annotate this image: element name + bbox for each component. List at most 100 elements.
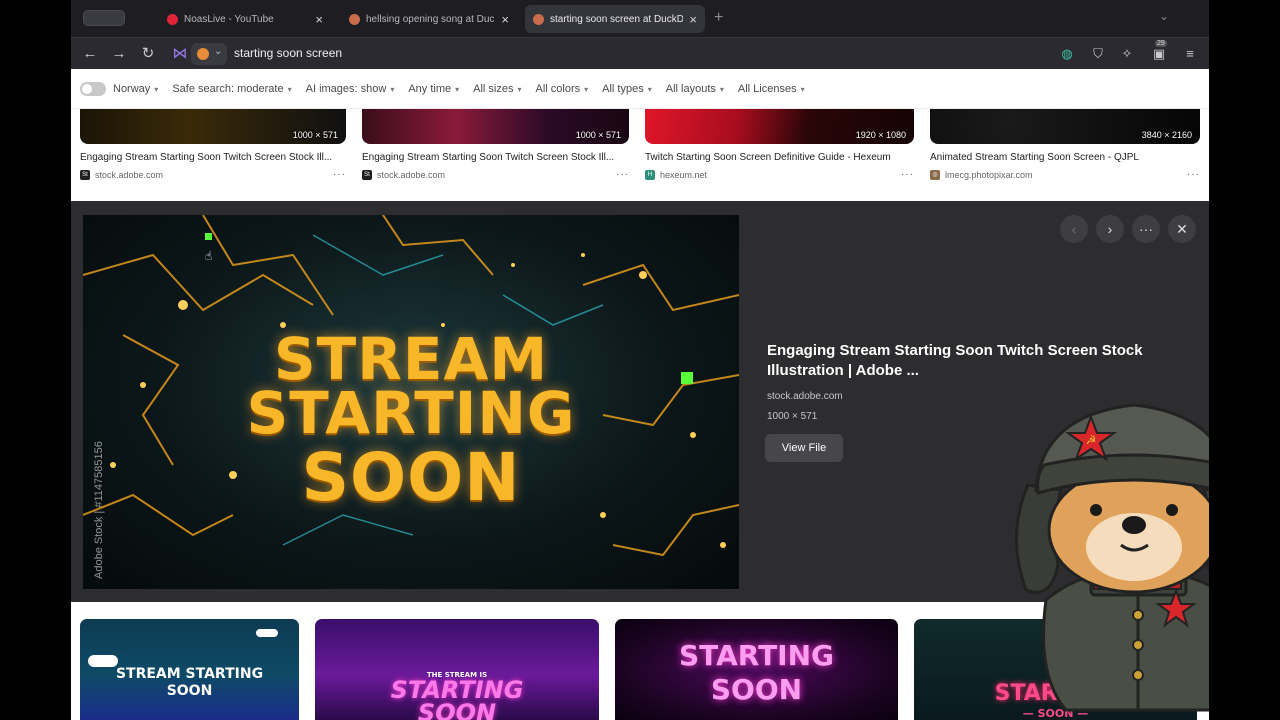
region-toggle[interactable] — [80, 81, 106, 96]
next-image-button[interactable]: › — [1096, 215, 1124, 243]
reload-icon[interactable]: ↻ — [137, 43, 159, 65]
layout-filter[interactable]: All layouts ▾ — [666, 83, 724, 95]
size-filter[interactable]: All sizes ▾ — [473, 83, 521, 95]
more-options-button[interactable]: ··· — [1132, 215, 1160, 243]
chevron-down-icon[interactable]: ⌄ — [1159, 9, 1169, 23]
stock-watermark: Adobe Stock | #1147585156 — [93, 441, 105, 579]
thumbnail-text-line: STREAM STARTING — [115, 666, 264, 682]
notification-badge: 29 — [1155, 40, 1167, 47]
chevron-down-icon: ▾ — [154, 84, 159, 94]
result-caption[interactable]: Engaging Stream Starting Soon Twitch Scr… — [80, 152, 346, 163]
chevron-down-icon: ▾ — [584, 84, 589, 94]
magic-wand-icon[interactable]: ✧ — [1117, 44, 1137, 64]
youtube-favicon-icon — [167, 13, 178, 25]
result-thumbnail[interactable]: 1000 × 571 — [80, 109, 346, 144]
thumbnail-text-line: SOON — [417, 699, 497, 720]
source-favicon-icon: St — [362, 169, 372, 180]
thumbnail-text-line: STARTING — [679, 639, 834, 672]
image-result-card[interactable]: STARTING SOON — [615, 619, 898, 720]
browser-window: NoasLive - YouTube × hellsing opening so… — [71, 0, 1209, 720]
image-dimensions: 1920 × 1080 — [855, 130, 906, 140]
shield-icon[interactable]: ⛉ — [1088, 44, 1108, 64]
preview-image[interactable]: STREAM STARTING SOON Adobe Stock | #1147… — [83, 215, 739, 589]
filter-label: AI images: show — [305, 82, 387, 95]
chevron-down-icon: ⌄ — [214, 46, 223, 57]
result-source[interactable]: stock.adobe.com — [377, 170, 445, 180]
result-thumbnail[interactable]: 3840 × 2160 — [930, 109, 1200, 144]
more-options-icon[interactable]: ··· — [333, 169, 346, 180]
result-caption[interactable]: Engaging Stream Starting Soon Twitch Scr… — [362, 152, 629, 163]
image-result-card[interactable]: 1000 × 571 Engaging Stream Starting Soon… — [362, 109, 629, 180]
more-options-icon[interactable]: ··· — [616, 169, 629, 180]
chevron-down-icon: ▾ — [517, 84, 522, 94]
tab-youtube[interactable]: NoasLive - YouTube × — [159, 5, 331, 33]
chevron-down-icon: ▾ — [455, 84, 460, 94]
result-thumbnail[interactable]: 1920 × 1080 — [645, 109, 914, 144]
source-favicon-icon: St — [80, 169, 90, 180]
image-result-card[interactable]: STREAM STARTING SOON — [80, 619, 299, 720]
time-filter[interactable]: Any time ▾ — [408, 83, 459, 95]
filter-label: All layouts — [665, 82, 716, 95]
tab-starting-soon-search[interactable]: starting soon screen at DuckDuckGo × — [525, 5, 705, 33]
close-icon[interactable]: × — [689, 12, 697, 27]
ai-images-filter[interactable]: AI images: show ▾ — [306, 83, 395, 95]
close-icon[interactable]: × — [501, 12, 509, 27]
image-result-card[interactable]: THE STREAM IS STARTING SOON — [315, 619, 599, 720]
brave-shield-icon — [197, 48, 209, 60]
globe-icon[interactable]: ◍ — [1057, 44, 1077, 64]
hero-text-line: STARTING — [246, 379, 576, 447]
color-filter[interactable]: All colors ▾ — [536, 83, 589, 95]
more-options-icon[interactable]: ··· — [901, 169, 914, 180]
region-filter[interactable]: Norway ▾ — [113, 83, 158, 95]
cloud-decoration — [256, 629, 278, 637]
result-source[interactable]: stock.adobe.com — [95, 170, 163, 180]
license-filter[interactable]: All Licenses ▾ — [738, 83, 805, 95]
result-thumbnail[interactable]: 1000 × 571 — [362, 109, 629, 144]
address-bar-text[interactable]: starting soon screen — [234, 46, 342, 60]
filter-label: Any time — [408, 82, 452, 95]
site-shield-button[interactable]: ⌄ — [191, 43, 227, 65]
tab-hellsing-search[interactable]: hellsing opening song at DuckDuckGo × — [341, 5, 517, 33]
filter-label: All colors — [535, 82, 581, 95]
menu-icon[interactable]: ≡ — [1180, 44, 1200, 64]
workspace-icon[interactable]: ⋈ — [169, 43, 191, 65]
filter-label: Safe search: moderate — [172, 82, 284, 95]
thumbnail-text-line: SOON — [166, 683, 213, 699]
forward-arrow-icon[interactable]: → — [108, 43, 130, 65]
back-arrow-icon[interactable]: ← — [79, 43, 101, 65]
tab-title: NoasLive - YouTube — [184, 13, 274, 25]
thumbnail-text-line: SOON — [710, 673, 803, 706]
result-source[interactable]: lmecg.photopixar.com — [945, 170, 1033, 180]
svg-text:☭: ☭ — [1086, 433, 1097, 447]
result-source[interactable]: hexeum.net — [660, 170, 707, 180]
close-icon[interactable]: × — [315, 12, 323, 27]
mouse-cursor-icon: ☝ — [205, 249, 213, 263]
duckduckgo-favicon-icon — [349, 13, 360, 25]
filter-label: Norway — [113, 82, 151, 95]
previous-image-button[interactable]: ‹ — [1060, 215, 1088, 243]
close-detail-button[interactable]: ✕ — [1168, 215, 1196, 243]
more-options-icon[interactable]: ··· — [1187, 169, 1200, 180]
image-result-card[interactable]: 3840 × 2160 Animated Stream Starting Soo… — [930, 109, 1200, 180]
image-dimensions: 3840 × 2160 — [1141, 130, 1192, 140]
extension-icon[interactable]: ▣ — [1149, 44, 1169, 64]
result-caption[interactable]: Twitch Starting Soon Screen Definitive G… — [645, 152, 914, 163]
detail-source[interactable]: stock.adobe.com — [767, 391, 843, 402]
safe-search-filter[interactable]: Safe search: moderate ▾ — [172, 83, 291, 95]
image-result-card[interactable]: 1000 × 571 Engaging Stream Starting Soon… — [80, 109, 346, 180]
navigation-toolbar: ← → ↻ ⋈ ⌄ starting soon screen ◍ ⛉ ✧ ▣ 2… — [71, 37, 1209, 69]
image-result-card[interactable]: 1920 × 1080 Twitch Starting Soon Screen … — [645, 109, 914, 180]
tab-title: starting soon screen at DuckDuckGo — [550, 13, 684, 25]
new-tab-icon[interactable]: + — [714, 9, 723, 27]
chevron-down-icon: ▾ — [800, 84, 805, 94]
type-filter[interactable]: All types ▾ — [602, 83, 652, 95]
chevron-down-icon: ▾ — [390, 84, 395, 94]
view-file-button[interactable]: View File — [765, 434, 843, 462]
chevron-down-icon: ▾ — [719, 84, 724, 94]
sidebar-toggle-button[interactable] — [83, 10, 125, 26]
tab-strip: NoasLive - YouTube × hellsing opening so… — [71, 0, 1209, 37]
chevron-down-icon: ▾ — [287, 84, 292, 94]
source-favicon-icon: ◎ — [930, 169, 940, 180]
result-caption[interactable]: Animated Stream Starting Soon Screen - Q… — [930, 152, 1200, 163]
source-favicon-icon: H — [645, 169, 655, 180]
